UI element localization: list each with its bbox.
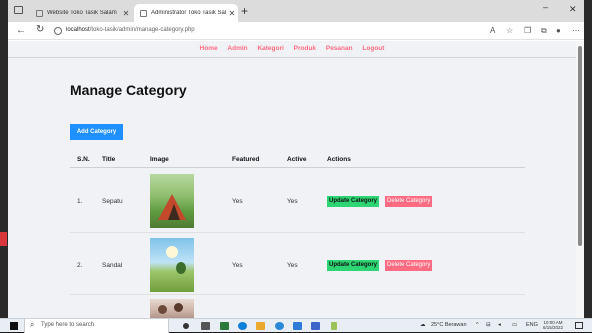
browser-icon[interactable] (275, 322, 284, 330)
volume-icon[interactable]: ◂ (498, 322, 501, 328)
row-2-featured: Yes (232, 262, 243, 269)
update-category-button[interactable]: Update Category (327, 196, 380, 207)
weather-text[interactable]: 25°C Berawan (431, 322, 467, 328)
desktop-right-edge (584, 0, 592, 318)
site-info-icon[interactable] (54, 27, 62, 35)
url-host: localhost (66, 27, 90, 33)
menu-home[interactable]: Home (200, 45, 218, 52)
clock-date: 6/15/2022 (543, 325, 564, 330)
row-divider (70, 232, 525, 233)
header-title: Title (102, 156, 116, 163)
page-title: Manage Category (70, 82, 187, 98)
desktop-left-edge (0, 0, 8, 318)
sun-shape (166, 246, 178, 258)
tab-strip: Website Toko Tasik Salam ✕ Administrator… (8, 0, 584, 22)
clock[interactable]: 10:00 AM 6/15/2022 (543, 320, 563, 330)
language-indicator[interactable]: ENG (526, 322, 538, 328)
header-divider (70, 167, 525, 168)
menu-kategori[interactable]: Kategori (257, 45, 283, 52)
category-image-sandal (150, 238, 194, 292)
taskbar: ⌕ Type here to search ☁ 25°C Berawan ^ ⊟… (0, 318, 592, 333)
task-view-icon[interactable] (201, 322, 210, 330)
reload-icon[interactable]: ↻ (36, 24, 44, 36)
pen-app-icon[interactable] (331, 322, 337, 330)
update-category-button[interactable]: Update Category (327, 260, 380, 271)
main-menu: Home Admin Kategori Produk Pesanan Logou… (8, 45, 576, 52)
app-icon[interactable] (311, 322, 320, 330)
page-icon (140, 9, 147, 17)
header-actions: Actions (327, 156, 351, 163)
vertical-scrollbar[interactable] (576, 41, 584, 318)
menu-produk[interactable]: Produk (294, 45, 316, 52)
edge-icon[interactable] (238, 322, 247, 330)
row-divider (70, 294, 525, 295)
window-menu-icon[interactable] (14, 6, 23, 14)
tree-shape (176, 262, 186, 274)
category-image-sepatu (150, 174, 194, 228)
read-aloud-icon[interactable]: A (490, 26, 495, 36)
window-close-icon[interactable]: ✕ (569, 4, 577, 15)
tab-admin[interactable]: Administrator Toko Tasik Salam ✕ (134, 4, 238, 22)
close-icon[interactable]: ✕ (226, 9, 238, 18)
notification-icon[interactable] (575, 322, 583, 329)
cortana-icon[interactable] (183, 323, 189, 329)
favorites-icon[interactable]: ☆ (506, 26, 513, 36)
page-content: Home Admin Kategori Produk Pesanan Logou… (8, 41, 576, 318)
search-icon: ⌕ (30, 320, 35, 329)
delete-category-button[interactable]: Delete Category (385, 196, 433, 207)
row-1-active: Yes (287, 198, 298, 205)
close-icon[interactable]: ✕ (120, 9, 132, 18)
menu-logout[interactable]: Logout (362, 45, 384, 52)
taskbar-search-box[interactable]: ⌕ Type here to search (24, 319, 169, 333)
battery-icon[interactable]: ▭ (512, 322, 517, 328)
tab-website[interactable]: Website Toko Tasik Salam ✕ (30, 4, 132, 22)
extensions-icon[interactable]: ⧉ (541, 26, 547, 36)
category-image-row-3 (150, 299, 194, 318)
menu-admin[interactable]: Admin (227, 45, 247, 52)
tab-title: Website Toko Tasik Salam (47, 10, 117, 16)
menu-pesanan[interactable]: Pesanan (326, 45, 353, 52)
new-tab-button[interactable]: + (241, 4, 248, 18)
header-image: Image (150, 156, 169, 163)
row-2-sn: 2. (77, 262, 83, 269)
person-shape (174, 303, 183, 312)
url-field[interactable]: localhost/toko-tasik/admin/manage-catego… (66, 27, 195, 33)
scrollbar-thumb[interactable] (578, 46, 582, 246)
weather-icon[interactable]: ☁ (420, 322, 426, 328)
tent-door (168, 204, 180, 220)
page-icon (36, 9, 43, 17)
person-shape (158, 305, 167, 314)
back-arrow-icon[interactable]: ← (16, 25, 26, 37)
address-bar: ← ↻ localhost/toko-tasik/admin/manage-ca… (8, 22, 584, 40)
row-1-sn: 1. (77, 198, 83, 205)
delete-category-button[interactable]: Delete Category (385, 260, 433, 271)
vscode-icon[interactable] (293, 322, 302, 330)
header-active: Active (287, 156, 307, 163)
header-featured: Featured (232, 156, 260, 163)
collections-icon[interactable]: ❐ (524, 26, 531, 36)
add-category-button[interactable]: Add Category (70, 124, 123, 140)
row-2-title: Sandal (102, 262, 123, 269)
store-icon[interactable] (220, 322, 229, 330)
profile-icon[interactable]: ● (556, 26, 561, 36)
network-icon[interactable]: ⊟ (486, 322, 491, 328)
row-1-featured: Yes (232, 198, 243, 205)
row-1-title: Sepatu (102, 198, 123, 205)
search-placeholder: Type here to search (41, 322, 95, 328)
tab-title: Administrator Toko Tasik Salam (151, 10, 226, 16)
browser-window: Website Toko Tasik Salam ✕ Administrator… (8, 0, 584, 318)
minimize-icon[interactable]: – (543, 2, 548, 12)
windows-start-icon[interactable] (10, 322, 18, 330)
url-path: /toko-tasik/admin/manage-category.php (89, 27, 195, 33)
menu-divider (8, 57, 576, 58)
header-sn: S.N. (77, 156, 90, 163)
tray-chevron-icon[interactable]: ^ (476, 322, 479, 328)
row-2-active: Yes (287, 262, 298, 269)
file-explorer-icon[interactable] (256, 322, 265, 330)
more-menu-icon[interactable]: ⋯ (572, 26, 580, 36)
desktop-red-marker (0, 232, 7, 246)
